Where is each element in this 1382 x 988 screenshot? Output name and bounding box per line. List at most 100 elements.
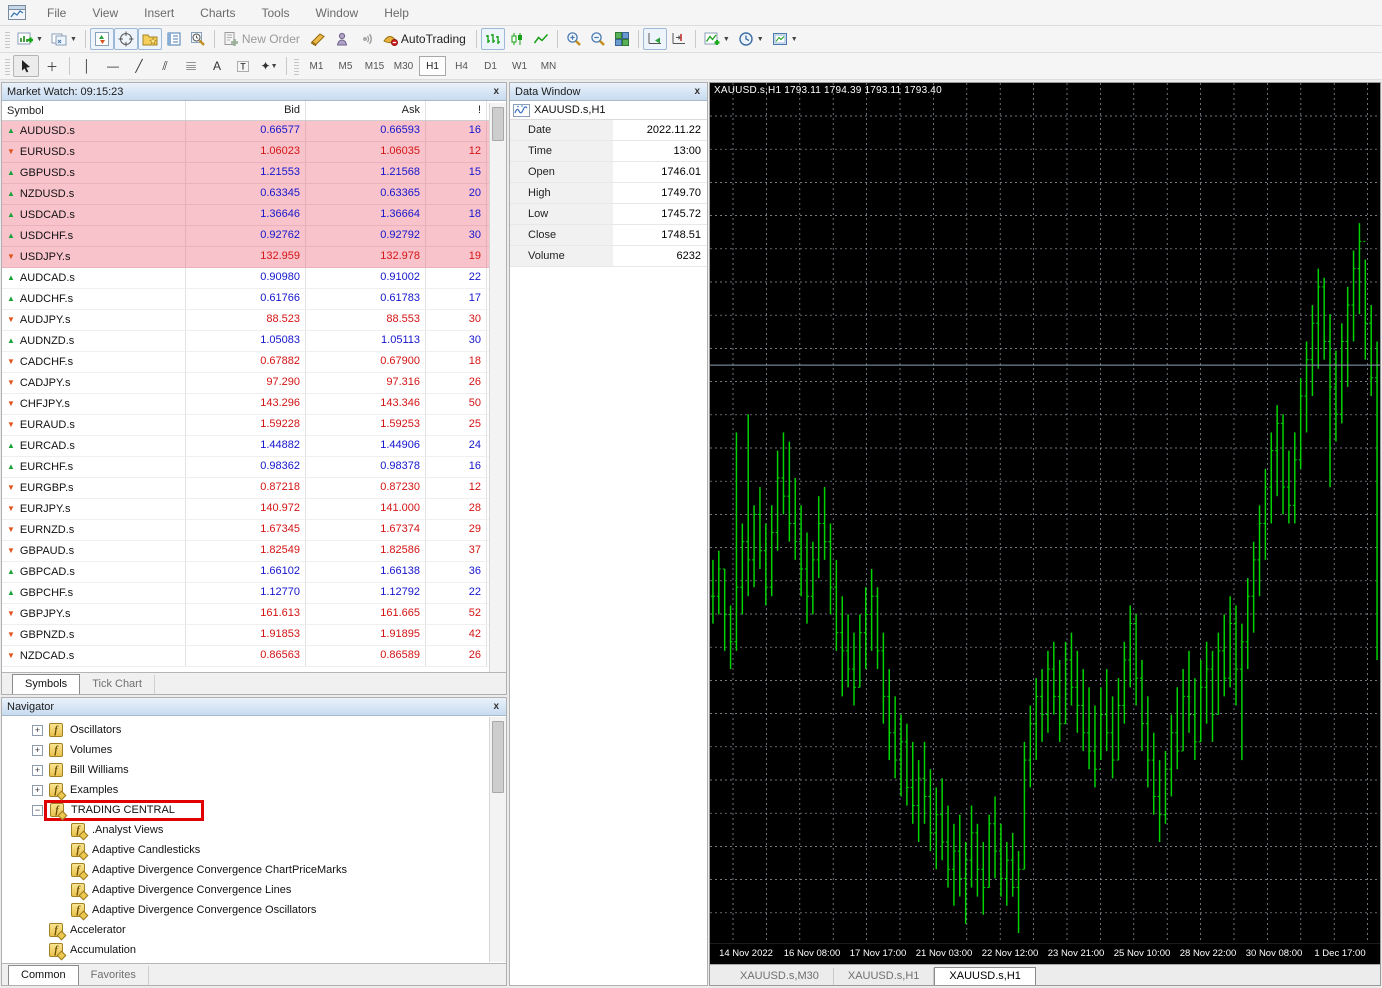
column-ask[interactable]: Ask xyxy=(306,101,426,120)
timeframe-m1-button[interactable]: M1 xyxy=(303,56,330,76)
scrollbar-thumb[interactable] xyxy=(492,721,504,793)
metaeditor-button[interactable] xyxy=(306,28,330,50)
dropdown-caret-icon[interactable]: ▼ xyxy=(70,36,77,43)
toolbar-drag-handle[interactable] xyxy=(5,30,10,48)
market-watch-row-eurchf.s[interactable]: ▲EURCHF.s0.983620.9837816 xyxy=(2,457,506,478)
navigator-item-trading-central[interactable]: −fTRADING CENTRAL xyxy=(2,800,488,820)
market-watch-row-nzdcad.s[interactable]: ▼NZDCAD.s0.865630.8658926 xyxy=(2,646,506,667)
dropdown-caret-icon[interactable]: ▼ xyxy=(271,63,278,70)
market-watch-row-gbpcad.s[interactable]: ▲GBPCAD.s1.661021.6613836 xyxy=(2,562,506,583)
menu-tools[interactable]: Tools xyxy=(249,6,303,20)
market-watch-row-eurusd.s[interactable]: ▼EURUSD.s1.060231.0603512 xyxy=(2,142,506,163)
market-watch-row-gbpchf.s[interactable]: ▲GBPCHF.s1.127701.1279222 xyxy=(2,583,506,604)
market-watch-row-usdchf.s[interactable]: ▲USDCHF.s0.927620.9279230 xyxy=(2,226,506,247)
navigator-item-volumes[interactable]: +fVolumes xyxy=(2,740,488,760)
navigator-tab-favorites[interactable]: Favorites xyxy=(79,966,149,985)
scrollbar-thumb[interactable] xyxy=(492,107,504,141)
trendline-tool-button[interactable]: ╱ xyxy=(126,55,152,77)
market-watch-row-usdcad.s[interactable]: ▲USDCAD.s1.366461.3666418 xyxy=(2,205,506,226)
navigator-item-adaptive-divergence-convergence-lines[interactable]: fAdaptive Divergence Convergence Lines xyxy=(2,880,488,900)
column-spread[interactable]: ! xyxy=(426,101,487,120)
market-watch-tab-tick-chart[interactable]: Tick Chart xyxy=(80,675,155,694)
timeframe-m15-button[interactable]: M15 xyxy=(361,56,388,76)
terminal-toggle-button[interactable] xyxy=(162,28,186,50)
market-watch-row-gbpnzd.s[interactable]: ▼GBPNZD.s1.918531.9189542 xyxy=(2,625,506,646)
indicators-button[interactable]: ▼ xyxy=(700,28,734,50)
navigator-item-adaptive-divergence-convergence-chartpricemarks[interactable]: fAdaptive Divergence Convergence ChartPr… xyxy=(2,860,488,880)
dropdown-caret-icon[interactable]: ▼ xyxy=(791,36,798,43)
menu-file[interactable]: File xyxy=(34,6,79,20)
expand-icon[interactable]: + xyxy=(32,765,43,776)
market-watch-scrollbar[interactable] xyxy=(489,103,506,672)
data-window-titlebar[interactable]: Data Window x xyxy=(510,83,707,101)
new-order-button[interactable]: New Order xyxy=(219,28,306,50)
timeframe-w1-button[interactable]: W1 xyxy=(506,56,533,76)
market-watch-row-cadjpy.s[interactable]: ▼CADJPY.s97.29097.31626 xyxy=(2,373,506,394)
menu-window[interactable]: Window xyxy=(303,6,372,20)
market-watch-titlebar[interactable]: Market Watch: 09:15:23 x xyxy=(2,83,506,101)
chart-tab-1-xauusd-s-h1[interactable]: XAUUSD.s,H1 xyxy=(834,968,935,985)
horizontal-line-tool-button[interactable]: — xyxy=(100,55,126,77)
chart-tab-2-xauusd-s-h1[interactable]: XAUUSD.s,H1 xyxy=(934,967,1036,985)
navigator-item-accelerator[interactable]: fAccelerator xyxy=(2,920,488,940)
market-watch-row-gbpusd.s[interactable]: ▲GBPUSD.s1.215531.2156815 xyxy=(2,163,506,184)
toolbar-drag-handle[interactable] xyxy=(5,57,10,75)
expand-icon[interactable]: + xyxy=(32,725,43,736)
bar-chart-button[interactable] xyxy=(481,28,505,50)
column-symbol[interactable]: Symbol xyxy=(2,101,186,120)
navigator-item-adaptive-divergence-convergence-oscillators[interactable]: fAdaptive Divergence Convergence Oscilla… xyxy=(2,900,488,920)
timeframe-d1-button[interactable]: D1 xyxy=(477,56,504,76)
chart-shift-button[interactable] xyxy=(667,28,691,50)
market-watch-row-euraud.s[interactable]: ▼EURAUD.s1.592281.5925325 xyxy=(2,415,506,436)
sounds-button[interactable] xyxy=(354,28,378,50)
dropdown-caret-icon[interactable]: ▼ xyxy=(723,36,730,43)
navigator-item-bill-williams[interactable]: +fBill Williams xyxy=(2,760,488,780)
candlestick-chart-button[interactable] xyxy=(505,28,529,50)
experts-button[interactable] xyxy=(330,28,354,50)
timeframe-h1-button[interactable]: H1 xyxy=(419,56,446,76)
strategy-tester-button[interactable] xyxy=(186,28,210,50)
navigator-tab-common[interactable]: Common xyxy=(8,965,79,985)
market-watch-row-usdjpy.s[interactable]: ▼USDJPY.s132.959132.97819 xyxy=(2,247,506,268)
navigator-scrollbar[interactable] xyxy=(489,717,506,962)
chart-time-axis[interactable]: 14 Nov 202216 Nov 08:0017 Nov 17:0021 No… xyxy=(710,943,1380,964)
market-watch-row-audnzd.s[interactable]: ▲AUDNZD.s1.050831.0511330 xyxy=(2,331,506,352)
line-chart-button[interactable] xyxy=(529,28,553,50)
navigator-titlebar[interactable]: Navigator x xyxy=(2,698,506,716)
expand-icon[interactable]: + xyxy=(32,745,43,756)
menu-help[interactable]: Help xyxy=(371,6,422,20)
navigator-item-examples[interactable]: +fExamples xyxy=(2,780,488,800)
close-icon[interactable]: x xyxy=(491,701,501,712)
text-label-tool-button[interactable]: 🅃 xyxy=(230,55,256,77)
menu-insert[interactable]: Insert xyxy=(131,6,187,20)
collapse-icon[interactable]: − xyxy=(32,805,43,816)
text-tool-button[interactable]: A xyxy=(204,55,230,77)
chart-tab-0-xauusd-s-m30[interactable]: XAUUSD.s,M30 xyxy=(726,968,834,985)
data-window-toggle-button[interactable] xyxy=(114,28,138,50)
market-watch-row-audusd.s[interactable]: ▲AUDUSD.s0.665770.6659316 xyxy=(2,121,506,142)
market-watch-row-eurjpy.s[interactable]: ▼EURJPY.s140.972141.00028 xyxy=(2,499,506,520)
navigator-item-oscillators[interactable]: +fOscillators xyxy=(2,720,488,740)
vertical-line-tool-button[interactable]: │ xyxy=(74,55,100,77)
navigator-item-adaptive-candlesticks[interactable]: fAdaptive Candlesticks xyxy=(2,840,488,860)
templates-button[interactable]: ▼ xyxy=(768,28,802,50)
market-watch-row-gbpjpy.s[interactable]: ▼GBPJPY.s161.613161.66552 xyxy=(2,604,506,625)
market-watch-row-eurnzd.s[interactable]: ▼EURNZD.s1.673451.6737429 xyxy=(2,520,506,541)
toolbar-drag-handle[interactable] xyxy=(294,57,299,75)
chart-plot-area[interactable]: XAUUSD.s,H1 1793.11 1794.39 1793.11 1793… xyxy=(710,83,1380,943)
cursor-tool-button[interactable] xyxy=(13,55,39,77)
menu-charts[interactable]: Charts xyxy=(187,6,248,20)
autotrading-button[interactable]: AutoTrading xyxy=(378,28,472,50)
timeframe-mn-button[interactable]: MN xyxy=(535,56,562,76)
market-watch-row-nzdusd.s[interactable]: ▲NZDUSD.s0.633450.6336520 xyxy=(2,184,506,205)
auto-scroll-button[interactable] xyxy=(643,28,667,50)
channel-tool-button[interactable]: ⫽ xyxy=(152,55,178,77)
periods-button[interactable]: ▼ xyxy=(734,28,768,50)
new-chart-button[interactable]: ▼ xyxy=(13,28,47,50)
zoom-in-button[interactable] xyxy=(562,28,586,50)
close-icon[interactable]: x xyxy=(692,86,702,97)
market-watch-row-audcad.s[interactable]: ▲AUDCAD.s0.909800.9100222 xyxy=(2,268,506,289)
tile-windows-button[interactable] xyxy=(610,28,634,50)
timeframe-m30-button[interactable]: M30 xyxy=(390,56,417,76)
close-icon[interactable]: x xyxy=(491,86,501,97)
